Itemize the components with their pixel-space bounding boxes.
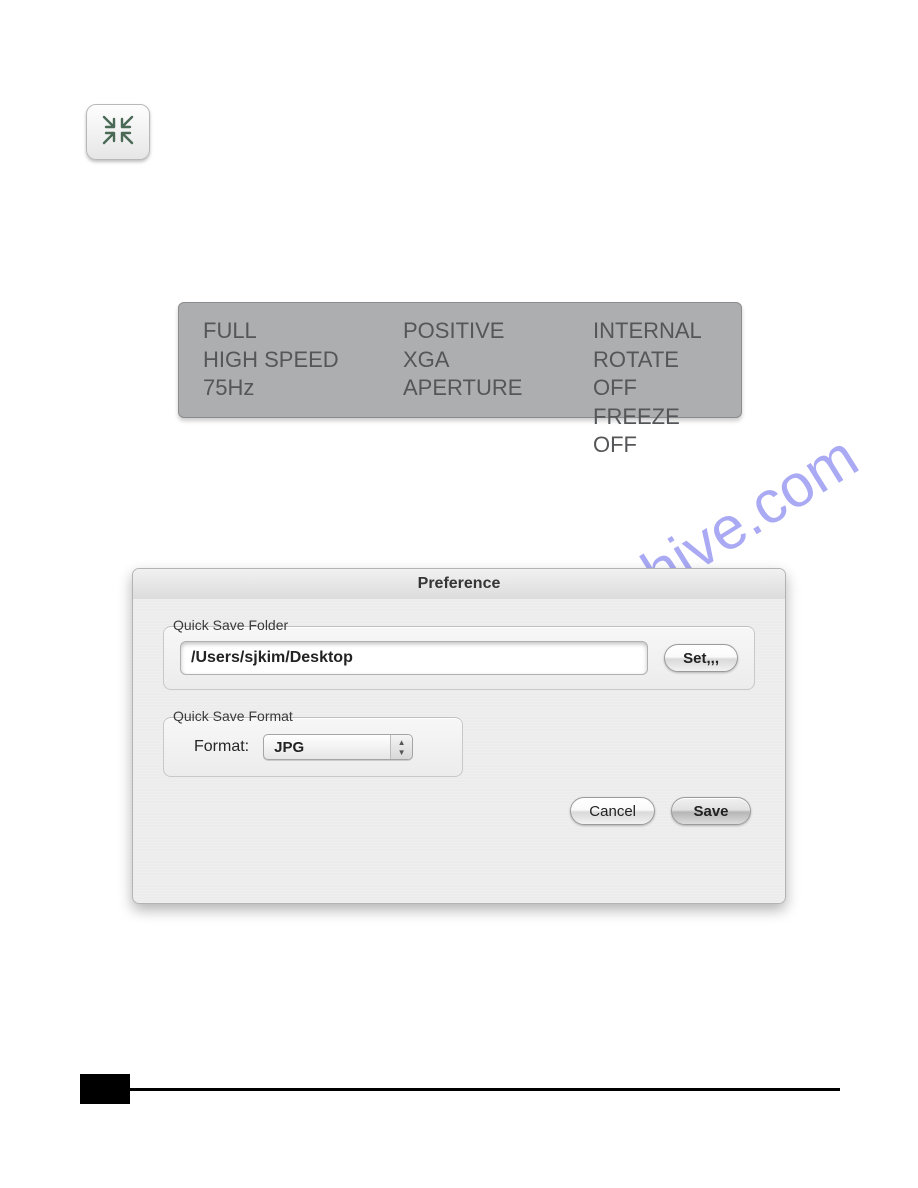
collapse-button[interactable] xyxy=(86,104,150,160)
quick-save-format-group: Quick Save Format Format: JPG ▲▼ xyxy=(163,708,755,777)
lcd-value: POSITIVE xyxy=(403,317,593,346)
save-button[interactable]: Save xyxy=(671,797,751,825)
dialog-title: Preference xyxy=(133,569,785,599)
lcd-column: INTERNAL ROTATE OFF FREEZE OFF xyxy=(593,317,721,407)
preference-dialog: Preference Quick Save Folder /Users/sjki… xyxy=(132,568,786,904)
collapse-icon xyxy=(100,113,136,152)
page-number-box xyxy=(80,1074,130,1104)
group-label: Quick Save Folder xyxy=(173,617,755,633)
dialog-actions: Cancel Save xyxy=(163,797,755,825)
cancel-button[interactable]: Cancel xyxy=(570,797,655,825)
lcd-value: XGA xyxy=(403,346,593,375)
chevron-updown-icon: ▲▼ xyxy=(390,735,412,759)
lcd-value: HIGH SPEED xyxy=(203,346,403,375)
format-popup-value: JPG xyxy=(274,739,304,756)
lcd-value: FULL xyxy=(203,317,403,346)
quick-save-folder-field[interactable]: /Users/sjkim/Desktop xyxy=(180,641,648,675)
group-box: Format: JPG ▲▼ xyxy=(163,717,463,777)
format-label: Format: xyxy=(194,738,249,756)
lcd-value: APERTURE xyxy=(403,374,593,403)
group-box: /Users/sjkim/Desktop Set,,, xyxy=(163,626,755,690)
format-popup[interactable]: JPG ▲▼ xyxy=(263,734,413,760)
footer-separator xyxy=(130,1088,840,1091)
status-lcd-panel: FULL HIGH SPEED 75Hz POSITIVE XGA APERTU… xyxy=(178,302,742,418)
lcd-value: FREEZE OFF xyxy=(593,403,721,460)
group-label: Quick Save Format xyxy=(173,708,755,724)
dialog-body: Quick Save Folder /Users/sjkim/Desktop S… xyxy=(133,599,785,839)
lcd-value: ROTATE OFF xyxy=(593,346,721,403)
lcd-value: INTERNAL xyxy=(593,317,721,346)
lcd-value: 75Hz xyxy=(203,374,403,403)
lcd-column: POSITIVE XGA APERTURE xyxy=(403,317,593,407)
quick-save-folder-group: Quick Save Folder /Users/sjkim/Desktop S… xyxy=(163,617,755,690)
set-folder-button[interactable]: Set,,, xyxy=(664,644,738,672)
lcd-column: FULL HIGH SPEED 75Hz xyxy=(203,317,403,407)
